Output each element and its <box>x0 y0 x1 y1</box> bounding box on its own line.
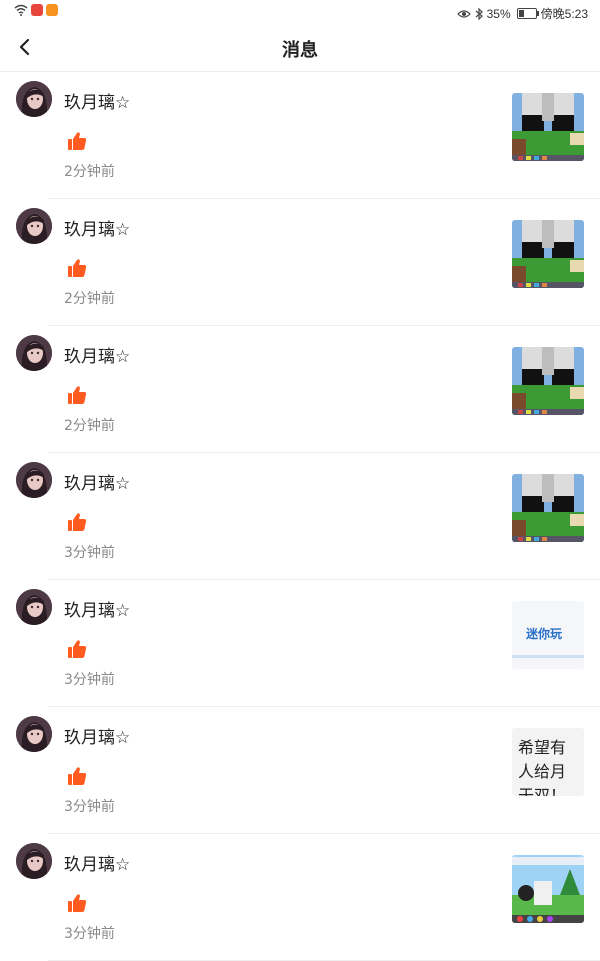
message-item-5[interactable]: 玖月璃☆ 3分钟前 迷你玩 <box>0 580 600 707</box>
thumbs-up-icon <box>68 894 87 912</box>
battery-percent: 35% <box>486 6 511 21</box>
eye-icon <box>456 9 471 18</box>
header: 消息 <box>0 24 600 72</box>
game-screenshot-image <box>512 855 584 923</box>
post-thumbnail[interactable] <box>512 347 584 415</box>
thumbs-up-icon <box>68 767 87 785</box>
logo-text: 迷你玩 <box>526 627 563 641</box>
user-name[interactable]: 玖月璃☆ <box>64 88 130 113</box>
status-right: 35% 傍晚5:23 <box>456 5 588 22</box>
timestamp: 3分钟前 <box>64 672 115 688</box>
message-item-1[interactable]: 玖月璃☆ 2分钟前 <box>0 72 600 199</box>
avatar[interactable] <box>16 716 52 752</box>
post-thumbnail[interactable] <box>512 474 584 542</box>
logo-image: 迷你玩 <box>512 601 584 669</box>
timestamp: 2分钟前 <box>64 164 115 180</box>
thumbs-up-icon <box>68 513 87 531</box>
message-list[interactable]: 玖月璃☆ 2分钟前 玖月璃☆ 2分钟前 玖月璃☆ 2分钟前 玖月璃☆ 3分钟前 … <box>0 72 600 961</box>
post-thumbnail[interactable]: 迷你玩 <box>512 601 584 669</box>
game-screenshot-image <box>512 93 584 161</box>
app-icon-orange <box>46 4 58 16</box>
clock: 傍晚5:23 <box>540 7 588 21</box>
timestamp: 3分钟前 <box>64 799 115 815</box>
user-name[interactable]: 玖月璃☆ <box>64 850 130 875</box>
game-screenshot-image <box>512 220 584 288</box>
avatar[interactable] <box>16 208 52 244</box>
user-name[interactable]: 玖月璃☆ <box>64 723 130 748</box>
post-thumbnail[interactable]: 希望有人给月于双！ <box>512 728 584 796</box>
status-bar: 35% 傍晚5:23 <box>0 0 600 24</box>
thumbs-up-icon <box>68 259 87 277</box>
avatar[interactable] <box>16 335 52 371</box>
user-name[interactable]: 玖月璃☆ <box>64 596 130 621</box>
post-thumbnail[interactable] <box>512 855 584 923</box>
timestamp: 3分钟前 <box>64 926 115 942</box>
battery-icon <box>516 8 539 19</box>
page-title: 消息 <box>282 40 318 61</box>
post-thumbnail[interactable] <box>512 220 584 288</box>
app-icon-red <box>31 4 43 16</box>
avatar[interactable] <box>16 843 52 879</box>
user-name[interactable]: 玖月璃☆ <box>64 215 130 240</box>
thumbs-up-icon <box>68 132 87 150</box>
post-thumbnail[interactable] <box>512 93 584 161</box>
user-name[interactable]: 玖月璃☆ <box>64 469 130 494</box>
status-left-icons <box>14 4 58 16</box>
timestamp: 2分钟前 <box>64 418 115 434</box>
message-item-2[interactable]: 玖月璃☆ 2分钟前 <box>0 199 600 326</box>
bluetooth-icon <box>475 7 483 20</box>
game-screenshot-image <box>512 347 584 415</box>
message-item-6[interactable]: 玖月璃☆ 3分钟前 希望有人给月于双！ <box>0 707 600 834</box>
avatar[interactable] <box>16 81 52 117</box>
avatar[interactable] <box>16 462 52 498</box>
wifi-icon <box>14 4 28 16</box>
thumbs-up-icon <box>68 640 87 658</box>
message-item-7[interactable]: 玖月璃☆ 3分钟前 <box>0 834 600 961</box>
message-item-4[interactable]: 玖月璃☆ 3分钟前 <box>0 453 600 580</box>
message-item-3[interactable]: 玖月璃☆ 2分钟前 <box>0 326 600 453</box>
game-screenshot-image <box>512 474 584 542</box>
timestamp: 2分钟前 <box>64 291 115 307</box>
user-name[interactable]: 玖月璃☆ <box>64 342 130 367</box>
thumbs-up-icon <box>68 386 87 404</box>
avatar[interactable] <box>16 589 52 625</box>
timestamp: 3分钟前 <box>64 545 115 561</box>
